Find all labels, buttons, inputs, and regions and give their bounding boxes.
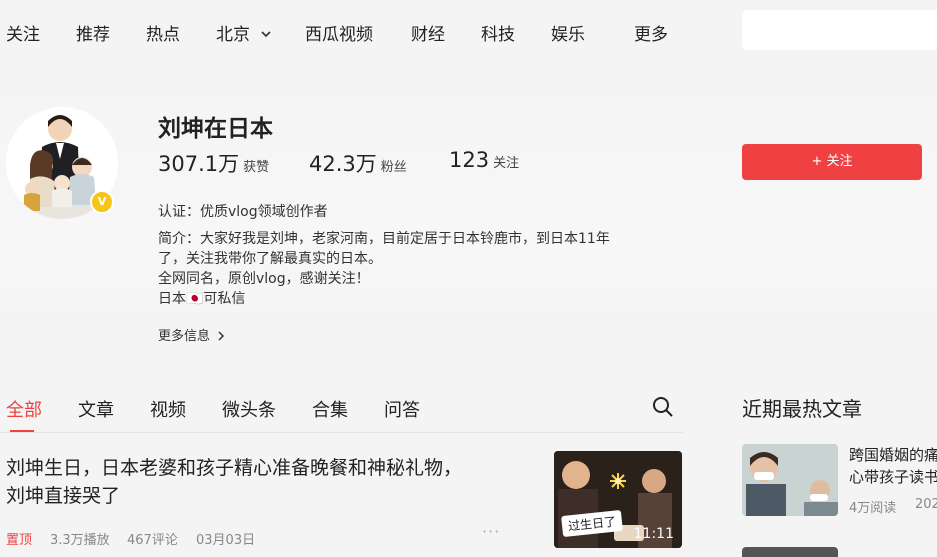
fans-label: 粉丝: [380, 160, 407, 175]
video-duration: 11:11: [633, 526, 674, 542]
search-icon[interactable]: [652, 396, 674, 418]
verified-badge: V: [90, 190, 114, 214]
pinned-badge: 置顶: [6, 533, 33, 548]
tab-weitoutiao[interactable]: 微头条: [222, 396, 276, 422]
nav-item-tech[interactable]: 科技: [481, 20, 515, 45]
content-tabs: 全部 文章 视频 微头条 合集 问答: [0, 392, 683, 433]
sidebar-read-count: 4万阅读: [849, 501, 897, 516]
bio-line: 全网同名，原创vlog，感谢关注！: [158, 271, 370, 287]
sidebar-title-line: 跨国婚姻的痛: [849, 446, 937, 464]
tab-collections[interactable]: 合集: [312, 396, 348, 422]
following-label: 关注: [493, 156, 520, 171]
sidebar-title: 近期最热文章: [742, 397, 862, 421]
following-stat[interactable]: 123 关注: [449, 148, 519, 172]
profile-name: 刘坤在日本: [158, 116, 273, 142]
tab-qa[interactable]: 问答: [384, 396, 420, 422]
bio-line: 了，关注我带你了解最真实的日本。: [158, 251, 382, 267]
nav-item-city[interactable]: 北京: [216, 20, 271, 45]
profile-bio: 简介：大家好我是刘坤，老家河南，目前定居于日本铃鹿市，到日本11年 了，关注我带…: [158, 229, 683, 309]
feed-item-title[interactable]: 刘坤生日，日本老婆和孩子精心准备晚餐和神秘礼物， 刘坤直接哭了: [6, 454, 526, 510]
nav-item-follow[interactable]: 关注: [6, 20, 40, 45]
bio-line: 日本🇯🇵可私信: [158, 291, 246, 307]
nav-item-finance[interactable]: 财经: [411, 20, 445, 45]
likes-stat: 307.1万 获赞: [158, 148, 269, 178]
comment-count[interactable]: 467评论: [127, 529, 178, 548]
play-count: 3.3万播放: [50, 533, 110, 548]
tab-all[interactable]: 全部: [6, 396, 42, 422]
likes-label: 获赞: [243, 160, 270, 175]
following-count: 123: [449, 148, 490, 172]
fans-stat[interactable]: 42.3万 粉丝: [309, 148, 407, 178]
sidebar-article-thumbnail[interactable]: [742, 444, 838, 516]
fans-count: 42.3万: [309, 152, 377, 176]
nav-item-hot[interactable]: 热点: [146, 20, 180, 45]
nav-item-xigua[interactable]: 西瓜视频: [305, 20, 373, 45]
follow-button[interactable]: + 关注: [742, 144, 922, 180]
nav-item-city-label: 北京: [216, 25, 250, 45]
feed-title-line: 刘坤生日，日本老婆和孩子精心准备晚餐和神秘礼物，: [6, 457, 463, 479]
more-info-label: 更多信息: [158, 329, 211, 344]
more-info-link[interactable]: 更多信息: [158, 325, 225, 344]
likes-count: 307.1万: [158, 152, 240, 176]
more-dots-icon[interactable]: ···: [482, 522, 500, 541]
video-thumbnail[interactable]: 过生日了 11:11: [554, 451, 682, 548]
sidebar-article-title[interactable]: 跨国婚姻的痛 心带孩子读书: [849, 444, 937, 488]
tab-videos[interactable]: 视频: [150, 396, 186, 422]
feed-title-line: 刘坤直接哭了: [6, 485, 121, 507]
nav-item-more[interactable]: 更多: [634, 20, 668, 45]
sidebar-article-thumbnail-2[interactable]: [742, 547, 838, 557]
nav-item-entertainment[interactable]: 娱乐: [551, 20, 585, 45]
chevron-down-icon: [261, 31, 271, 38]
certification-text: 认证：优质vlog领域创作者: [158, 204, 328, 220]
tab-articles[interactable]: 文章: [78, 396, 114, 422]
active-tab-indicator: [10, 430, 34, 432]
sidebar-thumbnail-image: [742, 444, 838, 516]
publish-date: 03月03日: [196, 533, 256, 548]
bio-line: 简介：大家好我是刘坤，老家河南，目前定居于日本铃鹿市，到日本11年: [158, 231, 610, 247]
nav-item-recommend[interactable]: 推荐: [76, 20, 110, 45]
top-nav: 关注 推荐 热点 北京 西瓜视频 财经 科技 娱乐 更多: [0, 0, 937, 62]
sidebar-title-line: 心带孩子读书: [849, 468, 937, 486]
sidebar-article-date: 202: [915, 497, 937, 512]
search-input[interactable]: [742, 10, 937, 50]
chevron-right-icon: [218, 331, 225, 341]
profile-header: [0, 62, 937, 362]
